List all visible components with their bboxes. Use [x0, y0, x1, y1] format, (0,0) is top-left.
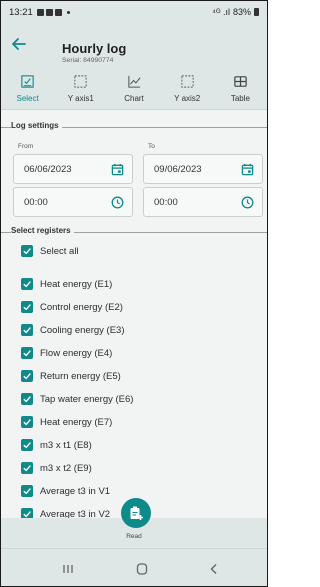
back-nav-icon[interactable]: [207, 562, 221, 576]
select-icon: [21, 75, 34, 88]
checkbox-checked-icon: [21, 301, 33, 313]
recent-apps-icon[interactable]: [61, 562, 75, 576]
checkbox-label: Average t3 in V1: [40, 485, 111, 497]
serial-number: Serial: 84990774: [62, 57, 114, 64]
status-right: ⁴ᴳ .ıl 83%: [212, 7, 259, 17]
checkbox-checked-icon: [21, 462, 33, 474]
checkbox-label: Return energy (E5): [40, 370, 121, 382]
log-settings-section: Log settings: [1, 121, 267, 133]
app-header: Hourly log Serial: 84990774: [1, 23, 267, 67]
from-time-value: 00:00: [24, 196, 48, 208]
from-label: From: [18, 143, 34, 150]
tab-label: Y axis2: [174, 94, 201, 103]
table-icon: [234, 76, 247, 87]
tab-bar: Select Y axis1 Chart Y axis2 Table: [1, 67, 267, 110]
to-time-field[interactable]: 00:00: [143, 187, 263, 217]
section-title: Log settings: [11, 121, 62, 130]
chart-icon: [127, 75, 141, 88]
tab-chart[interactable]: Chart: [107, 67, 160, 109]
register-checkbox[interactable]: m3 x t1 (E8): [21, 437, 92, 453]
checkbox-checked-icon: [21, 439, 33, 451]
read-label: Read: [126, 533, 142, 540]
notification-icons: [36, 8, 70, 16]
y-axis1-icon: [74, 75, 87, 88]
registers-section: Select registers: [1, 226, 267, 238]
section-title: Select registers: [11, 226, 74, 235]
checkbox-checked-icon: [21, 370, 33, 382]
dot-icon: [66, 10, 70, 14]
back-arrow-icon[interactable]: [9, 34, 29, 54]
to-date-field[interactable]: 09/06/2023: [143, 154, 263, 184]
battery-icon: [254, 8, 259, 16]
checkbox-label: Cooling energy (E3): [40, 324, 125, 336]
read-button[interactable]: [121, 498, 151, 528]
notification-icon: [45, 8, 53, 16]
checkbox-label: Select all: [40, 245, 79, 257]
select-all-checkbox[interactable]: Select all: [21, 243, 79, 259]
app-frame: 13:21 ⁴ᴳ .ıl 83% Hourly log Serial: 8499…: [0, 0, 268, 587]
checkbox-checked-icon: [21, 278, 33, 290]
checkbox-checked-icon: [21, 324, 33, 336]
to-label: To: [148, 143, 155, 150]
tab-label: Table: [230, 94, 250, 103]
register-checkbox[interactable]: Average t3 in V1: [21, 483, 110, 499]
to-time-value: 00:00: [154, 196, 178, 208]
register-checkbox[interactable]: Tap water energy (E6): [21, 391, 133, 407]
tab-y-axis2[interactable]: Y axis2: [161, 67, 214, 109]
checkbox-checked-icon: [21, 393, 33, 405]
from-date-field[interactable]: 06/06/2023: [13, 154, 133, 184]
system-nav-bar: [1, 548, 267, 586]
tab-table[interactable]: Table: [214, 67, 267, 109]
page-title: Hourly log: [62, 41, 127, 56]
register-checkbox[interactable]: Heat energy (E1): [21, 276, 112, 292]
status-time: 13:21: [9, 6, 33, 18]
checkbox-label: Control energy (E2): [40, 301, 123, 313]
checkbox-label: m3 x t2 (E9): [40, 462, 92, 474]
register-checkbox[interactable]: Cooling energy (E3): [21, 322, 125, 338]
notification-icon: [36, 8, 44, 16]
to-date-value: 09/06/2023: [154, 163, 202, 175]
tab-y-axis1[interactable]: Y axis1: [54, 67, 107, 109]
checkbox-label: Heat energy (E7): [40, 416, 113, 428]
notification-icon: [54, 8, 62, 16]
home-icon[interactable]: [135, 562, 149, 576]
from-time-field[interactable]: 00:00: [13, 187, 133, 217]
register-checkbox[interactable]: Heat energy (E7): [21, 414, 112, 430]
register-checkbox[interactable]: Return energy (E5): [21, 368, 121, 384]
checkbox-label: Heat energy (E1): [40, 278, 113, 290]
tab-label: Y axis1: [67, 94, 94, 103]
clipboard-add-icon: [130, 506, 143, 520]
checkbox-checked-icon: [21, 347, 33, 359]
register-checkbox[interactable]: m3 x t2 (E9): [21, 460, 92, 476]
checkbox-checked-icon: [21, 245, 33, 257]
tab-select[interactable]: Select: [1, 67, 54, 109]
tab-label: Select: [16, 94, 39, 103]
clock-icon[interactable]: [241, 196, 254, 209]
checkbox-checked-icon: [21, 416, 33, 428]
status-bar: 13:21 ⁴ᴳ .ıl 83%: [1, 1, 267, 23]
battery-percent: 83%: [232, 7, 251, 17]
register-checkbox[interactable]: Control energy (E2): [21, 299, 123, 315]
checkbox-label: m3 x t1 (E8): [40, 439, 92, 451]
y-axis2-icon: [181, 75, 194, 88]
register-checkbox[interactable]: Flow energy (E4): [21, 345, 112, 361]
checkbox-label: Flow energy (E4): [40, 347, 113, 359]
from-date-value: 06/06/2023: [24, 163, 72, 175]
calendar-icon[interactable]: [111, 163, 124, 176]
checkbox-label: Tap water energy (E6): [40, 393, 134, 405]
clock-icon[interactable]: [111, 196, 124, 209]
signal-indicator: ⁴ᴳ .ıl: [212, 7, 230, 17]
calendar-icon[interactable]: [241, 163, 254, 176]
checkbox-checked-icon: [21, 485, 33, 497]
tab-label: Chart: [124, 94, 144, 103]
